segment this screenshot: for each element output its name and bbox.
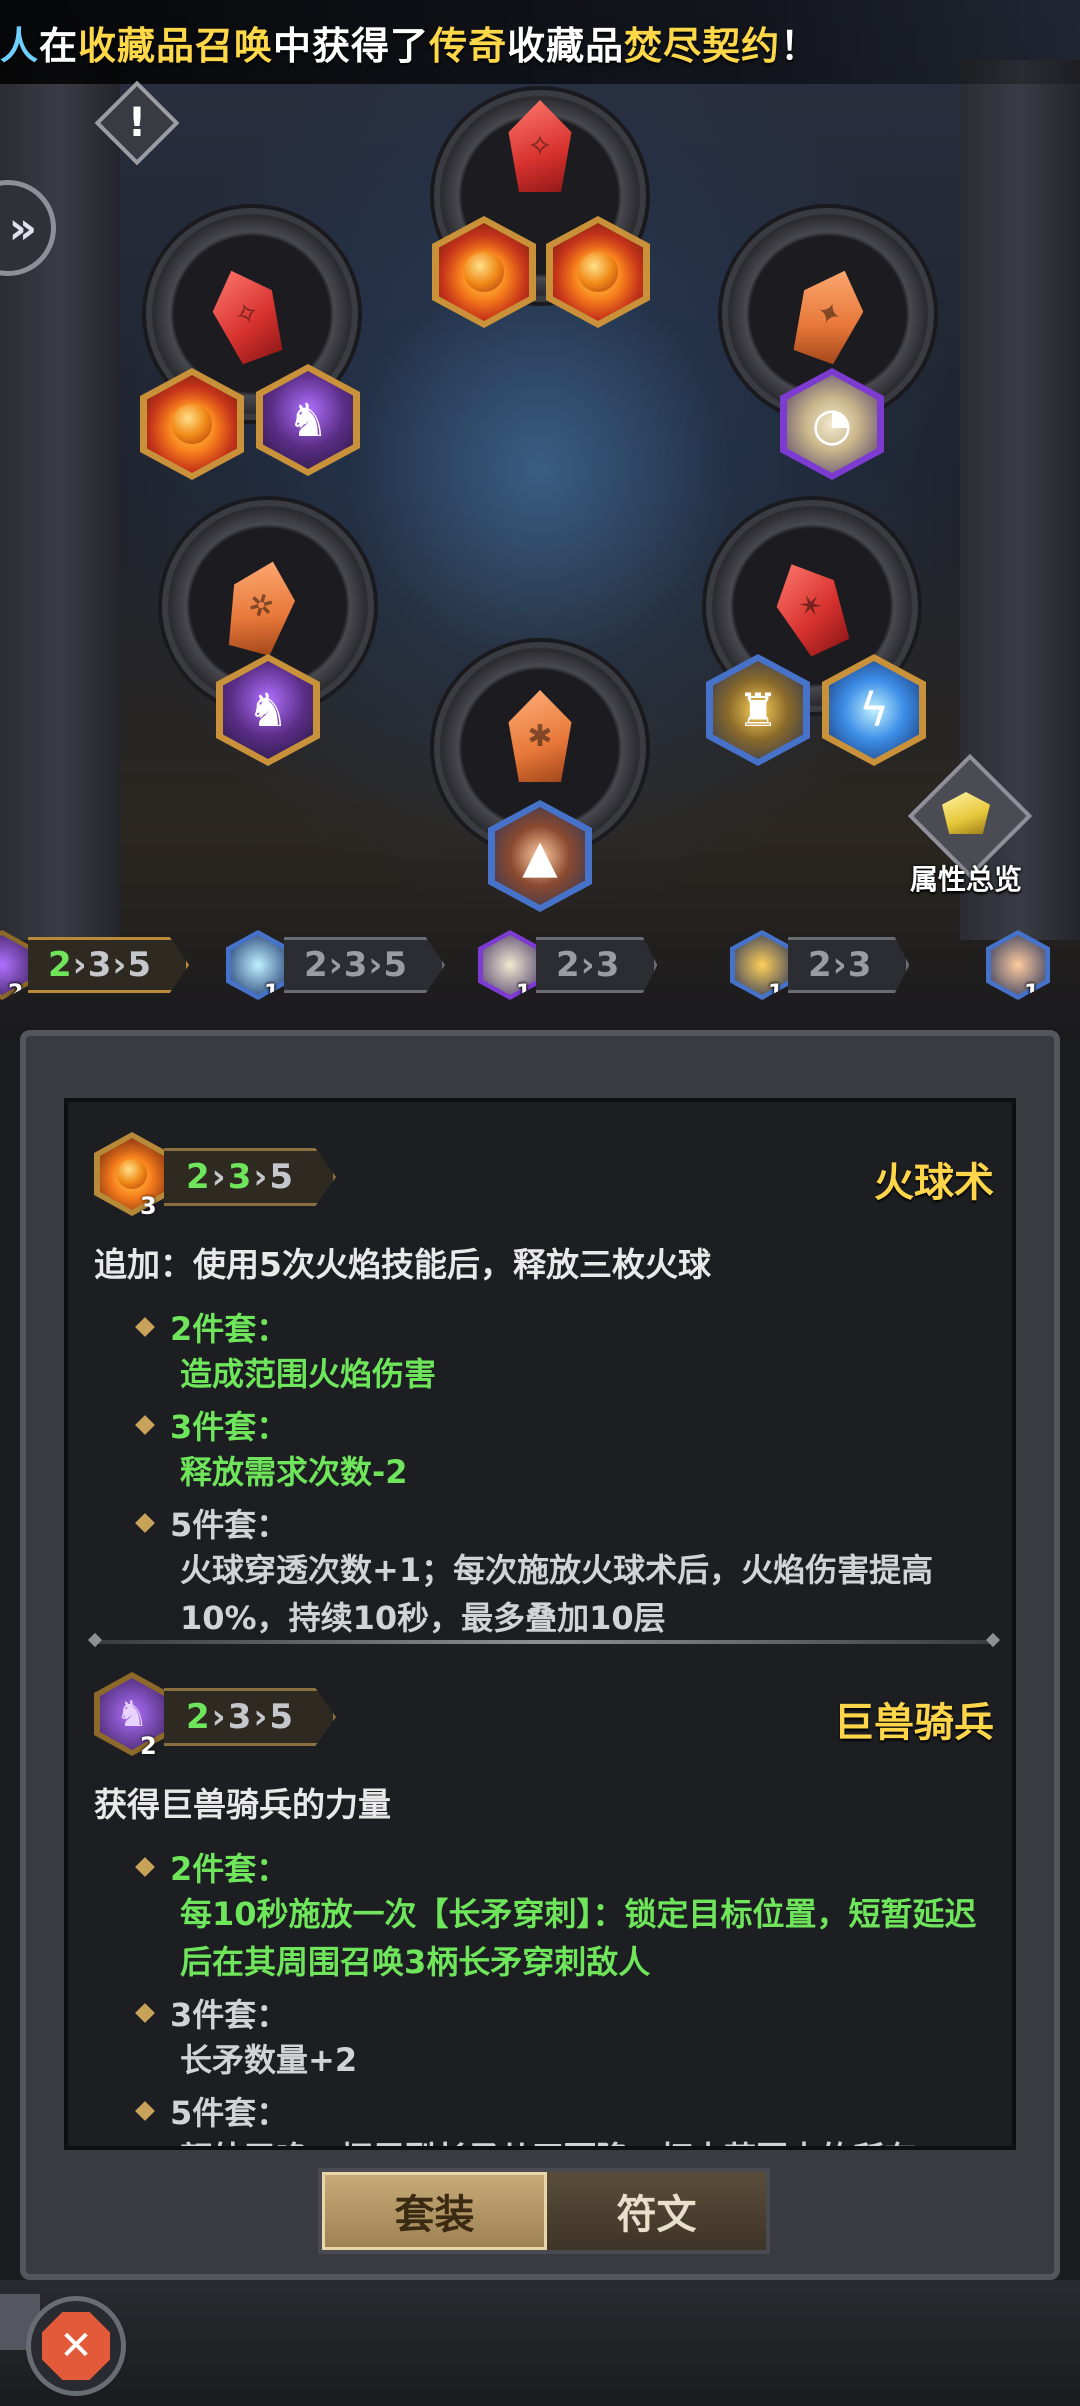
set-progress-bar: 2 2›3›5 1 2›3›5 1 2›3 1 2›3 bbox=[0, 920, 1080, 1010]
rock-icon: 1 bbox=[986, 930, 1050, 1000]
bullet-icon bbox=[135, 1857, 155, 1877]
set-description: 追加：使用5次火焰技能后，释放三枚火球 bbox=[94, 1245, 711, 1284]
owned-count: 3 bbox=[140, 1192, 157, 1220]
set-chip-lightning[interactable]: 1 2 › 3 › 5 bbox=[226, 930, 446, 1000]
bonus-label: 3件套： bbox=[134, 1402, 994, 1448]
bonus-label: 3件套： bbox=[134, 1990, 994, 2036]
bonus-label: 5件套： bbox=[134, 1500, 994, 1546]
panel-tabs: 套装 符文 bbox=[318, 2168, 770, 2254]
banner-part: 收藏品召唤 bbox=[78, 23, 274, 68]
set-details-scroll-area[interactable]: 3 2 › 3 › 5 火球术 追加：使用5次火焰技能后，释放三枚火球 2件套： 造成范… bbox=[64, 1098, 1016, 2150]
attribute-summary-label: 属性总览 bbox=[909, 863, 1022, 896]
banner-part: 在 bbox=[39, 23, 79, 68]
owned-count: 2 bbox=[140, 1732, 157, 1760]
entry-divider bbox=[94, 1640, 994, 1644]
set-chip-rock[interactable]: 1 bbox=[986, 930, 1050, 1000]
set-bonus-list: 2件套： 每10秒施放一次【长矛穿刺】：锁定目标位置，短暂延迟后在其周围召唤3柄… bbox=[134, 1844, 994, 2146]
bottom-bar bbox=[0, 2280, 1080, 2400]
tab-runes[interactable]: 符文 bbox=[547, 2172, 766, 2250]
banner-part: 传奇 bbox=[429, 23, 508, 68]
bullet-icon bbox=[135, 2101, 155, 2121]
banner-part: 焚尽契约 bbox=[624, 23, 781, 68]
golem-icon: 1 bbox=[730, 930, 794, 1000]
close-button[interactable]: ✕ bbox=[26, 2296, 136, 2406]
banner-lead: 人 bbox=[0, 23, 40, 68]
bonus-text: 每10秒施放一次【长矛穿刺】：锁定目标位置，短暂延迟后在其周围召唤3柄长矛穿刺敌… bbox=[180, 1895, 977, 1981]
bonus-text: 释放需求次数-2 bbox=[180, 1453, 408, 1491]
bonus-text: 额外召唤一柄巨型长矛从天而降，打击范围内的所有 bbox=[180, 2134, 994, 2146]
banner-part: ！ bbox=[780, 23, 820, 68]
set-tier-tag: 2 › 3 › 5 bbox=[164, 1688, 337, 1746]
announcement-banner: 人 在 收藏品召唤 中获得了 传奇 收藏品 焚尽契约 ！ bbox=[0, 0, 1080, 84]
set-tier-tag: 2 › 3 › 5 bbox=[28, 937, 190, 993]
set-description: 获得巨兽骑兵的力量 bbox=[94, 1785, 391, 1824]
banner-part: 收藏品 bbox=[507, 23, 625, 68]
bullet-icon bbox=[135, 1513, 155, 1533]
set-tier-tag: 2 › 3 › 5 bbox=[284, 937, 446, 993]
bullet-icon bbox=[135, 1317, 155, 1337]
set-chip-stopwatch[interactable]: 1 2 › 3 bbox=[478, 930, 658, 1000]
set-entry-header: ♞ 2 2 › 3 › 5 巨兽骑兵 bbox=[94, 1662, 994, 1772]
bonus-label: 5件套： bbox=[134, 2088, 994, 2134]
bullet-icon bbox=[135, 1415, 155, 1435]
set-chip-golem[interactable]: 1 2 › 3 bbox=[730, 930, 910, 1000]
bonus-text: 长矛数量+2 bbox=[180, 2041, 358, 2079]
bonus-label: 2件套： bbox=[134, 1304, 994, 1350]
set-entry-header: 3 2 › 3 › 5 火球术 bbox=[94, 1122, 994, 1232]
set-chip-beast[interactable]: 2 2 › 3 › 5 bbox=[0, 930, 190, 1000]
stopwatch-icon: 1 bbox=[478, 930, 542, 1000]
attribute-summary-button[interactable]: 属性总览 bbox=[896, 753, 1036, 902]
set-name: 火球术 bbox=[874, 1160, 994, 1206]
tab-sets[interactable]: 套装 bbox=[322, 2172, 547, 2250]
lightning-icon: 1 bbox=[226, 930, 290, 1000]
set-entry-fireball: 3 2 › 3 › 5 火球术 追加：使用5次火焰技能后，释放三枚火球 2件套： 造成范… bbox=[94, 1122, 994, 1646]
set-tier-tag: 2 › 3 bbox=[536, 937, 658, 993]
bonus-text: 火球穿透次数+1；每次施放火球术后，火焰伤害提高10%，持续10秒，最多叠加10… bbox=[180, 1551, 934, 1637]
warning-icon[interactable]: ! bbox=[94, 80, 180, 166]
bonus-label: 2件套： bbox=[134, 1844, 994, 1890]
set-tier-tag: 2 › 3 › 5 bbox=[164, 1148, 337, 1206]
set-tier-tag: 2 › 3 bbox=[788, 937, 910, 993]
fireball-icon bbox=[94, 1132, 170, 1216]
beast-rider-icon: ♞ bbox=[94, 1672, 170, 1756]
set-entry-beast-rider: ♞ 2 2 › 3 › 5 巨兽骑兵 获得巨兽骑兵的力量 2件套： 每10秒施放一次【长… bbox=[94, 1662, 994, 2146]
set-bonus-list: 2件套： 造成范围火焰伤害 3件套： 释放需求次数-2 5件套： 火球穿透次数+… bbox=[134, 1304, 994, 1642]
bullet-icon bbox=[135, 2003, 155, 2023]
bonus-text: 造成范围火焰伤害 bbox=[180, 1355, 437, 1393]
set-name: 巨兽骑兵 bbox=[834, 1700, 994, 1746]
banner-part: 中获得了 bbox=[273, 23, 430, 68]
